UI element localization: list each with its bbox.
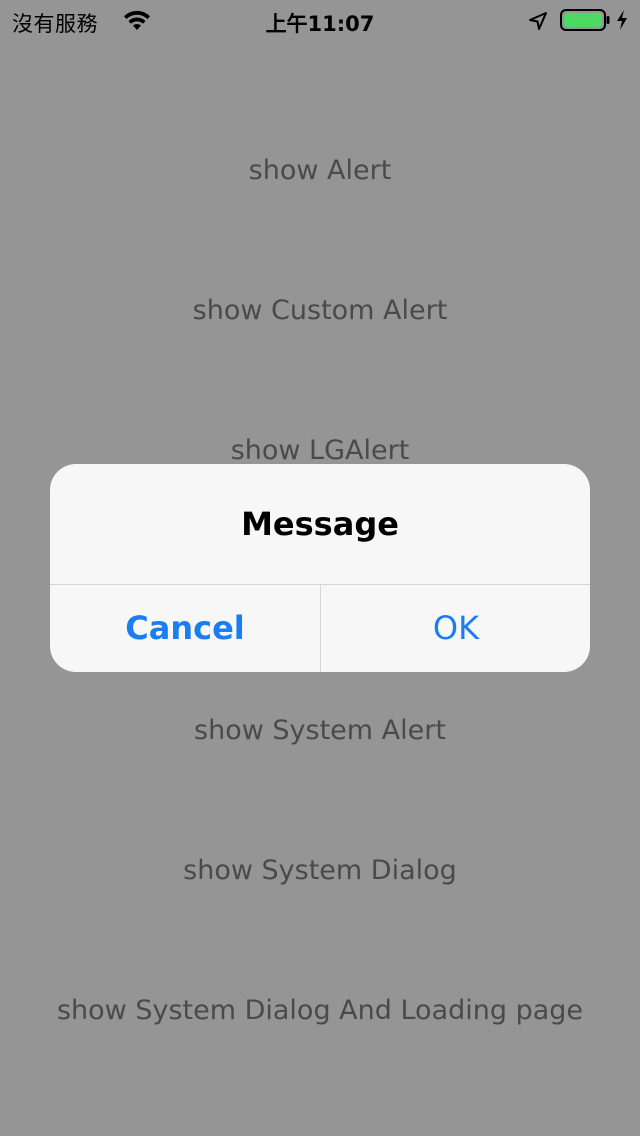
menu-item-show-custom-alert[interactable]: show Custom Alert [0,294,640,328]
menu-item-show-alert[interactable]: show Alert [0,154,640,188]
ok-button[interactable]: OK [321,585,590,672]
status-bar: 沒有服務 上午11:07 [0,0,640,40]
cancel-button[interactable]: Cancel [50,585,320,672]
menu-item-show-system-dialog[interactable]: show System Dialog [0,854,640,888]
menu-item-show-system-dialog-loading[interactable]: show System Dialog And Loading page [0,994,640,1028]
alert-dialog: Message Cancel OK [50,464,590,672]
alert-title: Message [241,505,399,543]
menu-item-show-system-alert[interactable]: show System Alert [0,714,640,748]
menu-item-show-lgalert[interactable]: show LGAlert [0,434,640,468]
charging-bolt-icon [617,10,627,30]
location-arrow-icon [529,12,547,30]
battery-icon [560,9,610,31]
